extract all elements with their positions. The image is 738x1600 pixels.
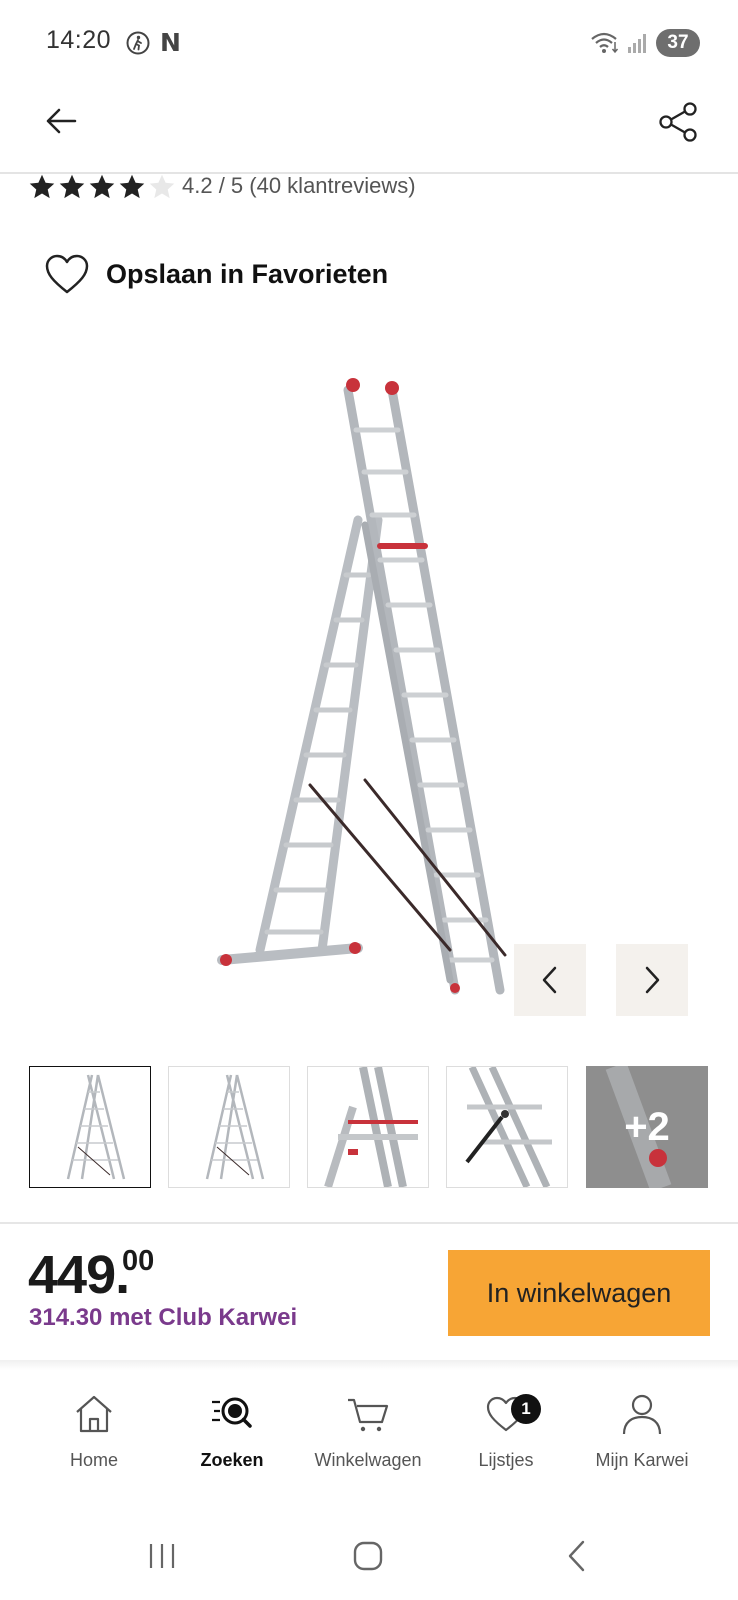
- back-button[interactable]: [36, 96, 86, 146]
- gallery-next-button[interactable]: [616, 944, 688, 1016]
- signal-icon: [628, 34, 646, 53]
- rating-text[interactable]: 4.2 / 5 (40 klantreviews): [182, 173, 416, 199]
- walking-person-icon: [126, 31, 150, 55]
- thumbnail-ladder-image: [205, 1074, 265, 1180]
- system-back-button[interactable]: [554, 1534, 598, 1578]
- share-button[interactable]: [652, 96, 704, 148]
- club-karwei-price[interactable]: 314.30 met Club Karwei: [29, 1304, 297, 1332]
- thumbnail-1[interactable]: [29, 1066, 151, 1188]
- recents-icon: [149, 1544, 175, 1568]
- status-bar: 14:20 N 37: [0, 0, 738, 80]
- search-icon: [212, 1397, 252, 1428]
- cart-icon: [348, 1398, 389, 1432]
- nav-item-lists[interactable]: Lijstjes: [442, 1392, 570, 1482]
- thumbnail-more-label: +2: [624, 1104, 670, 1149]
- star-empty-icon: [149, 174, 175, 199]
- nav-label-lists: Lijstjes: [478, 1450, 534, 1470]
- chevron-right-icon: [645, 966, 660, 994]
- netflix-icon: N: [160, 28, 181, 57]
- star-filled-icon: [29, 174, 55, 199]
- lists-count-badge: 1: [511, 1394, 541, 1424]
- user-icon: [622, 1394, 662, 1435]
- nav-label-cart: Winkelwagen: [314, 1450, 422, 1470]
- thumbnail-3[interactable]: [307, 1066, 429, 1188]
- star-filled-icon: [59, 174, 85, 199]
- status-time: 14:20: [46, 26, 112, 54]
- bottom-nav-shadow: [0, 1360, 738, 1370]
- back-chevron-icon: [568, 1540, 585, 1572]
- thumbnail-more[interactable]: +2: [586, 1066, 708, 1188]
- nav-label-search: Zoeken: [200, 1450, 264, 1470]
- home-icon: [76, 1395, 112, 1433]
- product-image-ladder[interactable]: [150, 360, 630, 1020]
- price-cents: 00: [122, 1245, 155, 1277]
- thumbnail-ladder-detail-image: [465, 1067, 552, 1187]
- heart-outline-icon: [45, 254, 89, 294]
- nav-label-account: Mijn Karwei: [595, 1450, 689, 1470]
- save-favorite-button[interactable]: Opslaan in Favorieten: [44, 250, 388, 298]
- price-divider: [0, 1222, 738, 1224]
- nav-item-home[interactable]: Home: [30, 1392, 158, 1482]
- price-main: 449.: [28, 1245, 130, 1305]
- thumbnail-2[interactable]: [168, 1066, 290, 1188]
- nav-item-cart[interactable]: Winkelwagen: [304, 1392, 432, 1482]
- rating-stars: [28, 173, 176, 201]
- star-filled-icon: [89, 174, 115, 199]
- arrow-left-icon: [46, 108, 77, 134]
- gallery-prev-button[interactable]: [514, 944, 586, 1016]
- chevron-left-icon: [542, 966, 557, 994]
- nav-item-account[interactable]: Mijn Karwei: [578, 1392, 706, 1482]
- nav-item-search[interactable]: Zoeken: [168, 1392, 296, 1482]
- thumbnail-4[interactable]: [446, 1066, 568, 1188]
- battery-indicator: 37: [656, 29, 700, 57]
- home-circle-icon: [353, 1541, 383, 1571]
- share-icon: [659, 102, 697, 142]
- add-to-cart-button[interactable]: In winkelwagen: [448, 1250, 710, 1336]
- wifi-icon: [591, 32, 619, 54]
- thumbnail-ladder-detail-image: [324, 1067, 418, 1187]
- nav-label-home: Home: [69, 1450, 118, 1470]
- thumbnail-ladder-image: [66, 1074, 126, 1180]
- system-home-button[interactable]: [346, 1534, 390, 1578]
- favorite-label: Opslaan in Favorieten: [106, 258, 389, 289]
- star-filled-icon: [119, 174, 145, 199]
- system-recents-button[interactable]: [140, 1534, 184, 1578]
